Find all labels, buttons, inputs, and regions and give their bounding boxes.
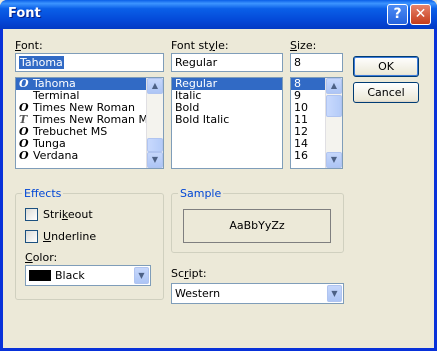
close-button[interactable]: ✕ <box>410 4 431 25</box>
opentype-font-icon: O <box>19 149 29 162</box>
size-item-label: 16 <box>294 149 308 162</box>
ok-button[interactable]: OK <box>353 56 419 77</box>
scroll-down-arrow-icon[interactable]: ▼ <box>326 152 342 168</box>
dropdown-arrow-icon[interactable]: ▼ <box>134 267 149 284</box>
sample-group: Sample AaBbYyZz <box>171 187 344 253</box>
color-label: Color: <box>25 251 58 264</box>
cancel-button[interactable]: Cancel <box>353 82 419 103</box>
underline-checkbox[interactable] <box>25 230 38 243</box>
scroll-thumb[interactable] <box>326 95 342 117</box>
style-item-label: Bold Italic <box>175 113 230 126</box>
font-label: Font: <box>15 39 43 52</box>
font-name-input[interactable]: Tahoma <box>15 53 164 72</box>
title-bar: Font ? ✕ <box>0 0 437 29</box>
font-style-input[interactable]: Regular <box>171 53 283 72</box>
scroll-thumb[interactable] <box>147 138 163 152</box>
size-label: Size: <box>290 39 317 52</box>
color-swatch <box>29 270 51 281</box>
strikeout-label: Strikeout <box>43 208 93 221</box>
script-select[interactable]: Western ▼ <box>171 283 344 304</box>
underline-label: Underline <box>43 230 97 243</box>
style-item[interactable]: Bold Italic <box>172 114 282 126</box>
window-title: Font <box>8 6 41 21</box>
color-select[interactable]: Black ▼ <box>25 265 151 286</box>
scroll-up-arrow-icon[interactable]: ▲ <box>326 78 342 94</box>
scroll-up-arrow-icon[interactable]: ▲ <box>147 78 163 94</box>
opentype-font-icon: O <box>19 77 29 90</box>
sample-preview: AaBbYyZz <box>183 209 331 243</box>
size-list-scrollbar[interactable]: ▲ ▼ <box>325 78 342 168</box>
font-item-label: Verdana <box>33 149 79 162</box>
strikeout-checkbox[interactable] <box>25 208 38 221</box>
dropdown-arrow-icon[interactable]: ▼ <box>327 285 342 302</box>
sample-title: Sample <box>178 187 224 200</box>
font-style-list[interactable]: Regular Italic Bold Bold Italic <box>171 77 283 169</box>
effects-title: Effects <box>22 187 64 200</box>
size-list[interactable]: 8 9 10 11 12 14 16 ▲ ▼ <box>290 77 343 169</box>
effects-group: Effects Strikeout Underline Color: Black… <box>15 187 164 300</box>
font-style-label: Font style: <box>171 39 229 52</box>
font-list[interactable]: O Tahoma Terminal O Times New Roman T Times Ne… <box>15 77 164 169</box>
size-input[interactable]: 8 <box>290 53 343 72</box>
help-button[interactable]: ? <box>387 4 408 25</box>
font-list-scrollbar[interactable]: ▲ ▼ <box>146 78 163 168</box>
scroll-down-arrow-icon[interactable]: ▼ <box>147 152 163 168</box>
script-label: Script: <box>171 267 207 280</box>
font-dialog: Font ? ✕ Font: Tahoma O Tahoma Terminal O Ti… <box>0 0 437 351</box>
font-item[interactable]: O Verdana <box>16 150 163 162</box>
